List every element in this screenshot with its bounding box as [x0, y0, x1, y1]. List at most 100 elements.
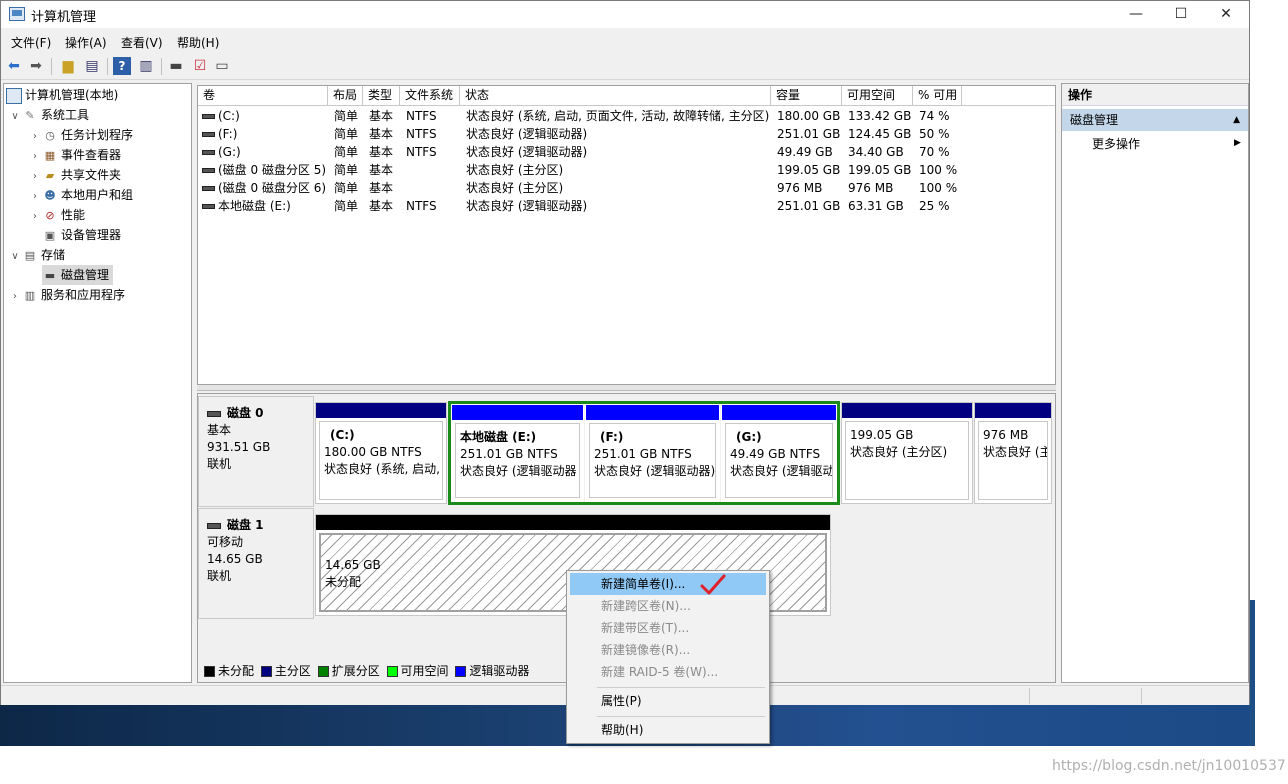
table-cell: 180.00 GB	[777, 109, 841, 123]
volume-name: (G:)	[218, 145, 241, 159]
disk0-kind: 基本	[207, 423, 232, 437]
more-actions-item[interactable]: 更多操作	[1092, 134, 1140, 154]
submenu-arrow-icon[interactable]: ▶	[1234, 138, 1241, 148]
disk0-label[interactable]: 磁盘 0 基本 931.51 GB 联机	[198, 396, 314, 507]
volume-list: 卷 布局 类型 文件系统 状态 容量 可用空间 % 可用 (C:) 简单 基本 NTF…	[197, 85, 1056, 385]
toolbar: ⬅ ➡ ▆ ▤ ? ▥ ▬ ☑ ▭	[1, 54, 1249, 80]
table-cell: 简单	[334, 163, 359, 177]
tree-system-tools-label: 系统工具	[41, 108, 90, 122]
menu-view[interactable]: 查看(V)	[121, 34, 163, 51]
menu-item-help[interactable]: 帮助(H)	[570, 719, 766, 741]
back-arrow-icon[interactable]: ⬅	[5, 57, 23, 75]
table-row[interactable]: (磁盘 0 磁盘分区 6) 简单 基本 状态良好 (主分区) 976 MB 976 MB 1…	[198, 179, 1055, 197]
table-row[interactable]: (磁盘 0 磁盘分区 5) 简单 基本 状态良好 (主分区) 199.05 GB 199.…	[198, 161, 1055, 179]
toolbar-separator	[51, 58, 52, 75]
partition-title: 本地磁盘 (E:)	[460, 430, 537, 444]
menu-item-new-striped-volume[interactable]: 新建带区卷(T)...	[570, 617, 766, 639]
tree-disk-management[interactable]: ▬ 磁盘管理	[42, 265, 114, 285]
pane-splitter[interactable]	[197, 385, 1056, 391]
tree-task-scheduler[interactable]: › ◷ 任务计划程序	[28, 125, 133, 145]
shared-folder-icon: ▰	[45, 168, 55, 182]
table-cell: NTFS	[406, 109, 437, 123]
chevron-right-icon[interactable]: ›	[28, 207, 42, 227]
chevron-right-icon[interactable]: ›	[28, 127, 42, 147]
computer-management-icon	[9, 7, 25, 21]
show-hide-tree-icon[interactable]: ▤	[83, 57, 101, 75]
menu-action[interactable]: 操作(A)	[65, 34, 107, 51]
chevron-right-icon[interactable]: ›	[8, 287, 22, 307]
forward-arrow-icon[interactable]: ➡	[27, 57, 45, 75]
tree-storage[interactable]: ∨ ▤ 存储	[8, 245, 65, 265]
partition-f[interactable]: (F:) 251.01 GB NTFS 状态良好 (逻辑驱动器)	[585, 404, 720, 502]
chevron-right-icon[interactable]: ›	[28, 147, 42, 167]
tree-services[interactable]: › ▥ 服务和应用程序	[8, 285, 125, 305]
partition-6[interactable]: 976 MB 状态良好 (主	[974, 402, 1052, 504]
tree-root[interactable]: 计算机管理(本地)	[6, 85, 118, 105]
console-icon[interactable]: ▭	[213, 57, 231, 75]
more-actions-label: 更多操作	[1092, 137, 1141, 151]
table-row[interactable]: (C:) 简单 基本 NTFS 状态良好 (系统, 启动, 页面文件, 活动, 故障转储…	[198, 107, 1055, 125]
folder-up-icon[interactable]: ▆	[59, 57, 77, 75]
menu-item-new-simple-volume[interactable]: 新建简单卷(I)...	[570, 573, 766, 595]
partition-c[interactable]: (C:) 180.00 GB NTFS 状态良好 (系统, 启动,	[315, 402, 447, 504]
legend-item: 扩展分区	[315, 664, 380, 678]
tree-device-manager[interactable]: ▣ 设备管理器	[42, 225, 121, 245]
menu-help[interactable]: 帮助(H)	[177, 34, 219, 51]
volume-name: (磁盘 0 磁盘分区 6)	[218, 181, 327, 195]
disk-icon: ▬	[44, 268, 56, 282]
column-header-volume[interactable]: 卷	[198, 86, 328, 106]
table-row[interactable]: (G:) 简单 基本 NTFS 状态良好 (逻辑驱动器) 49.49 GB 34.40 GB…	[198, 143, 1055, 161]
menu-item-properties[interactable]: 属性(P)	[570, 690, 766, 712]
title-bar[interactable]: 计算机管理 — ☐ ✕	[1, 1, 1249, 28]
tree-shared-folders[interactable]: › ▰ 共享文件夹	[28, 165, 121, 185]
disk1-label[interactable]: 磁盘 1 可移动 14.65 GB 联机	[198, 508, 314, 619]
table-row[interactable]: 本地磁盘 (E:) 简单 基本 NTFS 状态良好 (逻辑驱动器) 251.01 GB 63…	[198, 197, 1055, 215]
menu-item-new-raid5-volume[interactable]: 新建 RAID-5 卷(W)...	[570, 661, 766, 683]
actions-section-disk-management[interactable]: 磁盘管理 ▲	[1062, 109, 1248, 131]
desktop-margin	[1250, 0, 1288, 746]
properties-icon[interactable]: ▥	[137, 57, 155, 75]
column-header-filesystem[interactable]: 文件系统	[400, 86, 460, 106]
partition-e[interactable]: 本地磁盘 (E:) 251.01 GB NTFS 状态良好 (逻辑驱动器	[451, 404, 584, 502]
column-header-free-space[interactable]: 可用空间	[842, 86, 913, 106]
menu-item-new-mirrored-volume[interactable]: 新建镜像卷(R)...	[570, 639, 766, 661]
table-cell: 199.05 GB	[848, 163, 912, 177]
menu-item-new-spanned-volume[interactable]: 新建跨区卷(N)...	[570, 595, 766, 617]
disk1-name: 磁盘 1	[227, 518, 264, 532]
column-header-status[interactable]: 状态	[460, 86, 771, 106]
tree-local-users[interactable]: › ☻ 本地用户和组	[28, 185, 133, 205]
chevron-down-icon[interactable]: ∨	[8, 247, 22, 267]
check-icon[interactable]: ☑	[191, 57, 209, 75]
partition-5[interactable]: 199.05 GB 状态良好 (主分区)	[841, 402, 973, 504]
partition-body: 199.05 GB 状态良好 (主分区)	[845, 421, 969, 500]
volume-name: (C:)	[218, 109, 240, 123]
collapse-arrow-icon[interactable]: ▲	[1233, 109, 1240, 131]
close-button[interactable]: ✕	[1203, 1, 1249, 28]
maximize-button[interactable]: ☐	[1158, 1, 1204, 28]
table-cell: 50 %	[919, 127, 950, 141]
tree-system-tools[interactable]: ∨ ✎ 系统工具	[8, 105, 89, 125]
chevron-right-icon[interactable]: ›	[28, 187, 42, 207]
table-row[interactable]: (F:) 简单 基本 NTFS 状态良好 (逻辑驱动器) 251.01 GB 124.45 …	[198, 125, 1055, 143]
column-header-capacity[interactable]: 容量	[771, 86, 842, 106]
disk-icon[interactable]: ▬	[167, 57, 185, 75]
chevron-down-icon[interactable]: ∨	[8, 107, 22, 127]
partition-title: (C:)	[330, 428, 355, 442]
tree-event-viewer[interactable]: › ▦ 事件查看器	[28, 145, 121, 165]
context-menu: 新建简单卷(I)... 新建跨区卷(N)... 新建带区卷(T)... 新建镜像…	[566, 570, 770, 744]
column-header-type[interactable]: 类型	[363, 86, 400, 106]
column-header-percent-free[interactable]: % 可用	[913, 86, 962, 106]
minimize-button[interactable]: —	[1113, 1, 1159, 28]
volume-icon	[202, 204, 215, 209]
chevron-right-icon[interactable]: ›	[28, 167, 42, 187]
table-cell: 34.40 GB	[848, 145, 904, 159]
table-cell: 49.49 GB	[777, 145, 833, 159]
column-header-layout[interactable]: 布局	[328, 86, 363, 106]
help-icon[interactable]: ?	[113, 57, 131, 75]
tree-performance[interactable]: › ⊘ 性能	[28, 205, 85, 225]
partition-g[interactable]: (G:) 49.49 GB NTFS 状态良好 (逻辑驱动	[721, 404, 837, 502]
volume-icon	[202, 186, 215, 191]
partition-title: (F:)	[600, 430, 624, 444]
menu-file[interactable]: 文件(F)	[11, 34, 51, 51]
table-cell: 70 %	[919, 145, 950, 159]
